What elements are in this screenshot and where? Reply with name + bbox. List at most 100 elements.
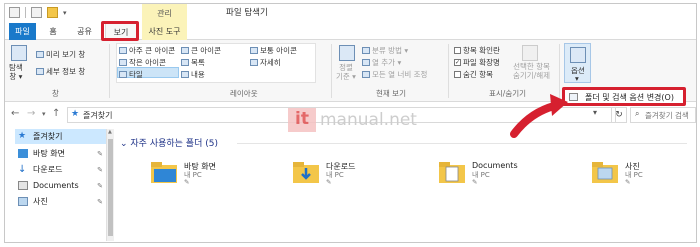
tiles-label: 타일 [129,70,143,79]
group-divider [237,143,687,144]
folder-tile[interactable]: 바탕 화면 내 PC ✎ [150,159,270,199]
address-path[interactable]: 즐겨찾기 [83,110,112,121]
group-by-icon [362,47,370,54]
frequent-folders-header[interactable]: ⌄ 자주 사용하는 폴더 (5) [120,136,218,149]
sort-by-button[interactable]: 정렬 기준 ▾ [336,63,356,81]
search-input[interactable]: ⌕ 즐겨찾기 검색 [630,107,696,123]
item-checkboxes-toggle[interactable]: 항목 확인란 [454,45,500,56]
quick-access-star-icon: ★ [71,109,80,119]
new-document-icon[interactable] [31,7,42,18]
red-arrow-pointer [510,94,568,138]
preview-pane-icon [36,51,44,58]
view-tab-highlight [101,21,139,41]
file-extensions-toggle[interactable]: ✓ 파일 확장명 [454,57,500,68]
change-folder-options-label: 폴더 및 검색 옵션 변경(O) [585,93,674,102]
back-icon[interactable]: ← [11,108,19,119]
options-button[interactable]: 옵션 ▾ [564,43,591,83]
large-icons-icon [181,47,189,54]
preview-pane-label: 미리 보기 창 [46,50,86,59]
nav-item-quick-access[interactable]: ★ 즐겨찾기 [15,129,106,144]
group-by-button[interactable]: 분류 방법 ▾ [362,45,408,56]
nav-item-pictures[interactable]: 사진 ✎ [15,194,106,209]
tab-picture-tools[interactable]: 사진 도구 [142,23,187,40]
details-pane-icon [36,68,44,75]
address-dropdown-icon[interactable]: ▾ [593,108,597,117]
recent-locations-icon[interactable]: ▾ [42,110,46,118]
size-columns-button[interactable]: 모든 열 너비 조정 [362,69,427,80]
nav-item-desktop[interactable]: 바탕 화면 ✎ [15,146,106,161]
properties-icon[interactable] [9,7,20,18]
tab-home[interactable]: 홈 [43,23,63,40]
tab-file[interactable]: 파일 [9,23,36,40]
details-label: 자세히 [260,58,281,67]
layout-small-icons[interactable]: 작은 아이콘 [119,57,166,68]
folder-name: Documents [472,161,518,170]
options-dropdown-icon: ▾ [575,74,579,83]
layout-list[interactable]: 목록 [181,57,205,68]
add-columns-icon [362,59,370,66]
layout-details[interactable]: 자세히 [250,57,281,68]
add-columns-button[interactable]: 열 추가 ▾ [362,57,401,68]
details-pane-button[interactable]: 세부 정보 창 [36,66,85,77]
context-group-label: 관리 [142,4,187,23]
watermark: it manual.net [288,108,417,132]
layout-tiles[interactable]: 타일 [119,69,143,80]
nav-item-downloads[interactable]: ↓ 다운로드 ✎ [15,162,106,177]
up-icon[interactable]: ↑ [52,108,60,119]
hidden-items-toggle[interactable]: 숨긴 항목 [454,69,493,80]
desktop-icon [18,149,28,158]
file-extensions-label: 파일 확장명 [463,58,500,67]
star-icon: ★ [18,131,27,141]
pin-icon[interactable]: ✎ [97,198,103,206]
layout-xlarge-icons[interactable]: 아주 큰 아이콘 [119,45,175,56]
layout-medium-icons[interactable]: 보통 아이콘 [250,45,297,56]
medium-icons-icon [250,47,258,54]
xlarge-icons-icon [119,47,127,54]
hide-selected-button[interactable]: 선택한 항목 숨기기/해제 [513,62,550,80]
pin-icon[interactable]: ✎ [97,182,103,190]
scroll-up-icon[interactable]: ▲ [108,129,112,135]
change-folder-options-menu-item[interactable]: 폴더 및 검색 옵션 변경(O) [562,87,686,106]
layout-content[interactable]: 내용 [181,69,205,80]
folder-tile[interactable]: 다운로드 내 PC ✎ [292,159,412,199]
medium-icons-label: 보통 아이콘 [260,46,297,55]
pin-icon[interactable]: ✎ [97,150,103,158]
qat-divider [25,7,26,18]
folder-options-icon [569,93,578,101]
size-columns-icon [362,71,370,78]
list-icon [181,59,189,66]
navigation-pane-button[interactable]: 탐색 창 ▾ [9,63,23,81]
content-label: 내용 [191,70,205,79]
nav-item-label: 바탕 화면 [33,149,65,158]
details-icon [250,59,258,66]
preview-pane-button[interactable]: 미리 보기 창 [36,49,85,60]
file-extensions-checkbox[interactable]: ✓ [454,59,461,66]
small-icons-icon [119,59,127,66]
item-checkboxes-checkbox[interactable] [454,47,461,54]
scroll-thumb[interactable] [108,139,113,236]
tab-share[interactable]: 공유 [72,23,97,40]
hidden-items-checkbox[interactable] [454,71,461,78]
list-label: 목록 [191,58,205,67]
search-placeholder: 즐겨찾기 검색 [645,111,689,120]
quick-access-toolbar: ▾ [9,7,67,18]
desktop-folder-icon [151,162,177,183]
navigation-pane-icon [11,45,27,61]
forward-icon[interactable]: → [27,108,35,119]
layout-large-icons[interactable]: 큰 아이콘 [181,45,221,56]
new-folder-icon[interactable] [47,7,58,18]
current-view-group-label: 현재 보기 [376,89,406,98]
pin-icon[interactable]: ✎ [97,166,103,174]
nav-item-label: 즐겨찾기 [33,132,63,141]
refresh-icon[interactable]: ↻ [611,107,627,123]
folder-tile[interactable]: Documents 내 PC ✎ [438,159,558,199]
group-by-label: 분류 방법 ▾ [372,46,409,55]
search-icon: ⌕ [635,109,640,118]
documents-icon [18,181,28,190]
pictures-folder-icon [592,162,618,183]
qat-customize-icon[interactable]: ▾ [63,9,67,17]
large-icons-label: 큰 아이콘 [191,46,221,55]
folder-tile[interactable]: 사진 내 PC ✎ [591,159,696,199]
nav-scrollbar[interactable]: ▲ [106,129,114,241]
nav-item-documents[interactable]: Documents ✎ [15,178,106,193]
